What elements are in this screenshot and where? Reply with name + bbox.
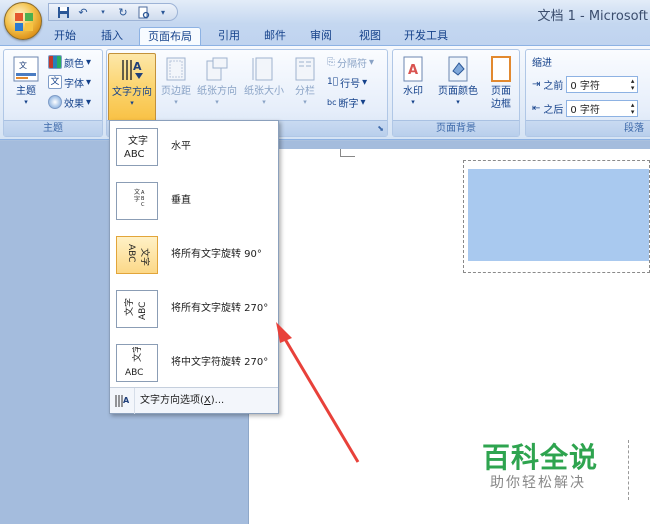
watermark-subtitle: 助你轻松解决 (490, 475, 586, 491)
office-button[interactable] (4, 2, 42, 40)
watermark-title: 百科全说 (482, 441, 599, 474)
office-logo-icon (15, 13, 33, 31)
